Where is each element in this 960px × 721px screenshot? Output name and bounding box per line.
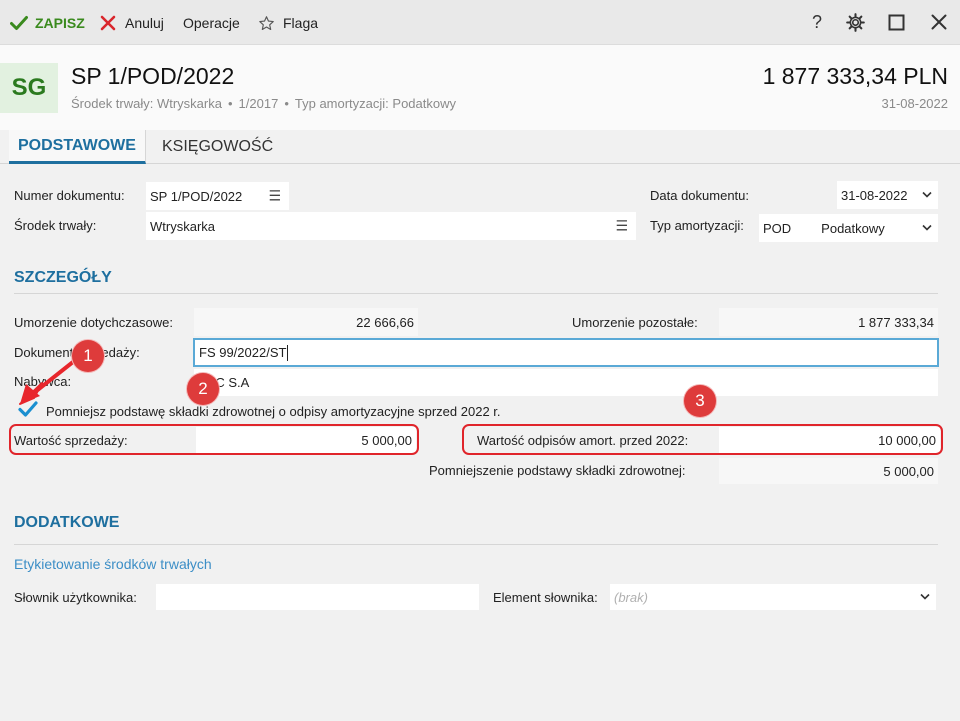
annotation-badge-3: 3 xyxy=(684,385,716,417)
annotation-arrow xyxy=(19,356,80,405)
annotation-badge-1: 1 xyxy=(72,340,104,372)
annotation-badge-2: 2 xyxy=(187,373,219,405)
